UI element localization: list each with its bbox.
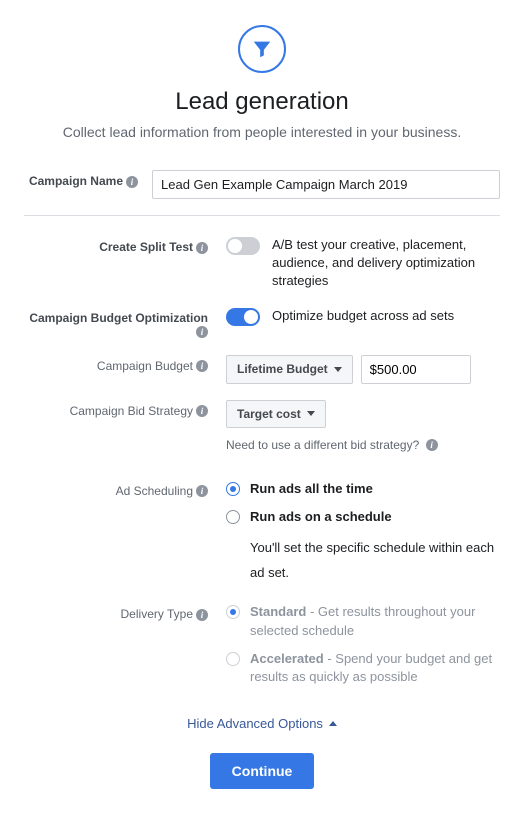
campaign-name-label: Campaign Namei: [24, 170, 144, 188]
split-test-desc: A/B test your creative, placement, audie…: [272, 236, 500, 291]
funnel-icon: [238, 25, 286, 73]
info-icon[interactable]: i: [196, 485, 208, 497]
info-icon[interactable]: i: [126, 176, 138, 188]
info-icon[interactable]: i: [196, 360, 208, 372]
radio-icon: [226, 510, 240, 524]
delivery-option-standard: Standard - Get results throughout your s…: [226, 603, 500, 639]
info-icon[interactable]: i: [426, 439, 438, 451]
delivery-option-accelerated: Accelerated - Spend your budget and get …: [226, 650, 500, 686]
bid-helper-text: Need to use a different bid strategy? i: [226, 438, 500, 452]
ad-scheduling-label: Ad Schedulingi: [24, 480, 214, 498]
chevron-down-icon: [334, 367, 342, 372]
schedule-option-schedule[interactable]: Run ads on a schedule: [226, 508, 500, 526]
campaign-name-input[interactable]: [152, 170, 500, 199]
info-icon[interactable]: i: [196, 405, 208, 417]
bid-strategy-select[interactable]: Target cost: [226, 400, 326, 428]
hide-advanced-link[interactable]: Hide Advanced Options: [187, 716, 337, 731]
info-icon[interactable]: i: [196, 326, 208, 338]
budget-amount-input[interactable]: [361, 355, 471, 384]
radio-icon: [226, 482, 240, 496]
objective-icon-wrap: [24, 25, 500, 73]
bid-strategy-label: Campaign Bid Strategyi: [24, 400, 214, 418]
delivery-type-label: Delivery Typei: [24, 603, 214, 621]
budget-opt-desc: Optimize budget across ad sets: [272, 307, 454, 325]
continue-button[interactable]: Continue: [210, 753, 315, 789]
info-icon[interactable]: i: [196, 609, 208, 621]
campaign-budget-label: Campaign Budgeti: [24, 355, 214, 373]
info-icon[interactable]: i: [196, 242, 208, 254]
radio-icon: [226, 652, 240, 666]
split-test-label: Create Split Testi: [24, 236, 214, 254]
budget-opt-toggle[interactable]: [226, 308, 260, 326]
page-title: Lead generation: [24, 88, 500, 116]
budget-type-select[interactable]: Lifetime Budget: [226, 355, 353, 384]
chevron-down-icon: [307, 411, 315, 416]
radio-icon: [226, 605, 240, 619]
schedule-note: You'll set the specific schedule within …: [250, 536, 500, 585]
chevron-up-icon: [329, 721, 337, 726]
schedule-option-all-time[interactable]: Run ads all the time: [226, 480, 500, 498]
page-subtitle: Collect lead information from people int…: [24, 124, 500, 140]
budget-opt-label: Campaign Budget Optimizationi: [24, 307, 214, 339]
split-test-toggle[interactable]: [226, 237, 260, 255]
divider: [24, 215, 500, 216]
